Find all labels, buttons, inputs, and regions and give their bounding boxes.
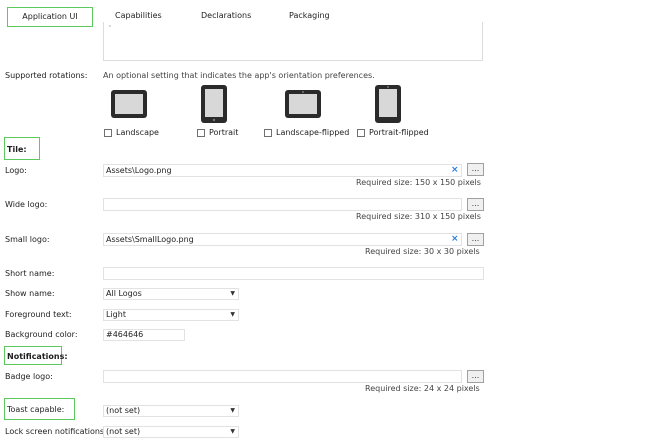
badge-logo-field[interactable] <box>103 370 462 383</box>
tablet-landscape-icon <box>111 90 147 118</box>
logo-browse-button[interactable]: ... <box>467 163 484 176</box>
supported-rotations-label: Supported rotations: <box>5 71 88 80</box>
portrait-flipped-label: Portrait-flipped <box>369 128 429 137</box>
landscape-flipped-label: Landscape-flipped <box>276 128 350 137</box>
logo-label: Logo: <box>5 166 27 175</box>
tab-declarations[interactable]: Declarations <box>201 9 251 23</box>
tablet-portrait-icon <box>201 85 227 123</box>
badge-logo-required-size: Required size: 24 x 24 pixels <box>365 384 480 393</box>
text-cursor: ' <box>109 24 111 32</box>
landscape-checkbox[interactable] <box>104 129 112 137</box>
landscape-flipped-checkbox[interactable] <box>264 129 272 137</box>
tablet-landscape-flipped-icon <box>285 90 321 118</box>
tile-section-heading: Tile: <box>4 137 40 160</box>
landscape-label: Landscape <box>116 128 159 137</box>
small-logo-browse-button[interactable]: ... <box>467 233 484 246</box>
small-logo-clear-icon[interactable]: × <box>451 234 459 244</box>
portrait-flipped-checkbox[interactable] <box>357 129 365 137</box>
chevron-down-icon: ▼ <box>230 311 235 318</box>
toast-capable-dropdown[interactable]: (not set) ▼ <box>103 405 239 417</box>
chevron-down-icon: ▼ <box>230 407 235 414</box>
logo-required-size: Required size: 150 x 150 pixels <box>356 178 481 187</box>
lock-screen-notifications-value: (not set) <box>106 427 141 436</box>
foreground-text-value: Light <box>106 310 126 319</box>
portrait-checkbox[interactable] <box>197 129 205 137</box>
logo-value: Assets\Logo.png <box>106 166 172 175</box>
background-color-label: Background color: <box>5 330 78 339</box>
chevron-down-icon: ▼ <box>230 290 235 297</box>
tab-packaging[interactable]: Packaging <box>289 9 330 23</box>
small-logo-label: Small logo: <box>5 235 50 244</box>
wide-logo-browse-button[interactable]: ... <box>467 198 484 211</box>
wide-logo-required-size: Required size: 310 x 150 pixels <box>356 212 481 221</box>
wide-logo-label: Wide logo: <box>5 200 48 209</box>
tab-capabilities[interactable]: Capabilities <box>115 9 162 23</box>
show-name-label: Show name: <box>5 289 55 298</box>
small-logo-field[interactable]: Assets\SmallLogo.png <box>103 233 462 246</box>
tablet-portrait-flipped-icon <box>375 85 401 123</box>
lock-screen-notifications-dropdown[interactable]: (not set) ▼ <box>103 426 239 438</box>
foreground-text-label: Foreground text: <box>5 310 72 319</box>
toast-capable-label: Toast capable: <box>4 398 75 420</box>
short-name-input[interactable] <box>103 267 484 280</box>
chevron-down-icon: ▼ <box>230 428 235 435</box>
toast-capable-value: (not set) <box>106 406 141 415</box>
badge-logo-label: Badge logo: <box>5 372 53 381</box>
description-textarea[interactable]: ' <box>103 22 483 61</box>
lock-screen-notifications-label: Lock screen notifications: <box>5 427 107 436</box>
logo-clear-icon[interactable]: × <box>451 165 459 175</box>
small-logo-value: Assets\SmallLogo.png <box>106 235 194 244</box>
badge-logo-browse-button[interactable]: ... <box>467 370 484 383</box>
wide-logo-field[interactable] <box>103 198 462 211</box>
background-color-input[interactable]: #464646 <box>103 329 185 341</box>
supported-rotations-hint: An optional setting that indicates the a… <box>103 71 375 80</box>
small-logo-required-size: Required size: 30 x 30 pixels <box>365 247 480 256</box>
show-name-value: All Logos <box>106 289 142 298</box>
short-name-label: Short name: <box>5 269 55 278</box>
show-name-dropdown[interactable]: All Logos ▼ <box>103 288 239 300</box>
tab-application-ui[interactable]: Application UI <box>7 7 93 27</box>
portrait-label: Portrait <box>209 128 239 137</box>
logo-field[interactable]: Assets\Logo.png <box>103 164 462 177</box>
foreground-text-dropdown[interactable]: Light ▼ <box>103 309 239 321</box>
background-color-value: #464646 <box>106 330 144 339</box>
notifications-section-heading: Notifications: <box>4 346 68 365</box>
